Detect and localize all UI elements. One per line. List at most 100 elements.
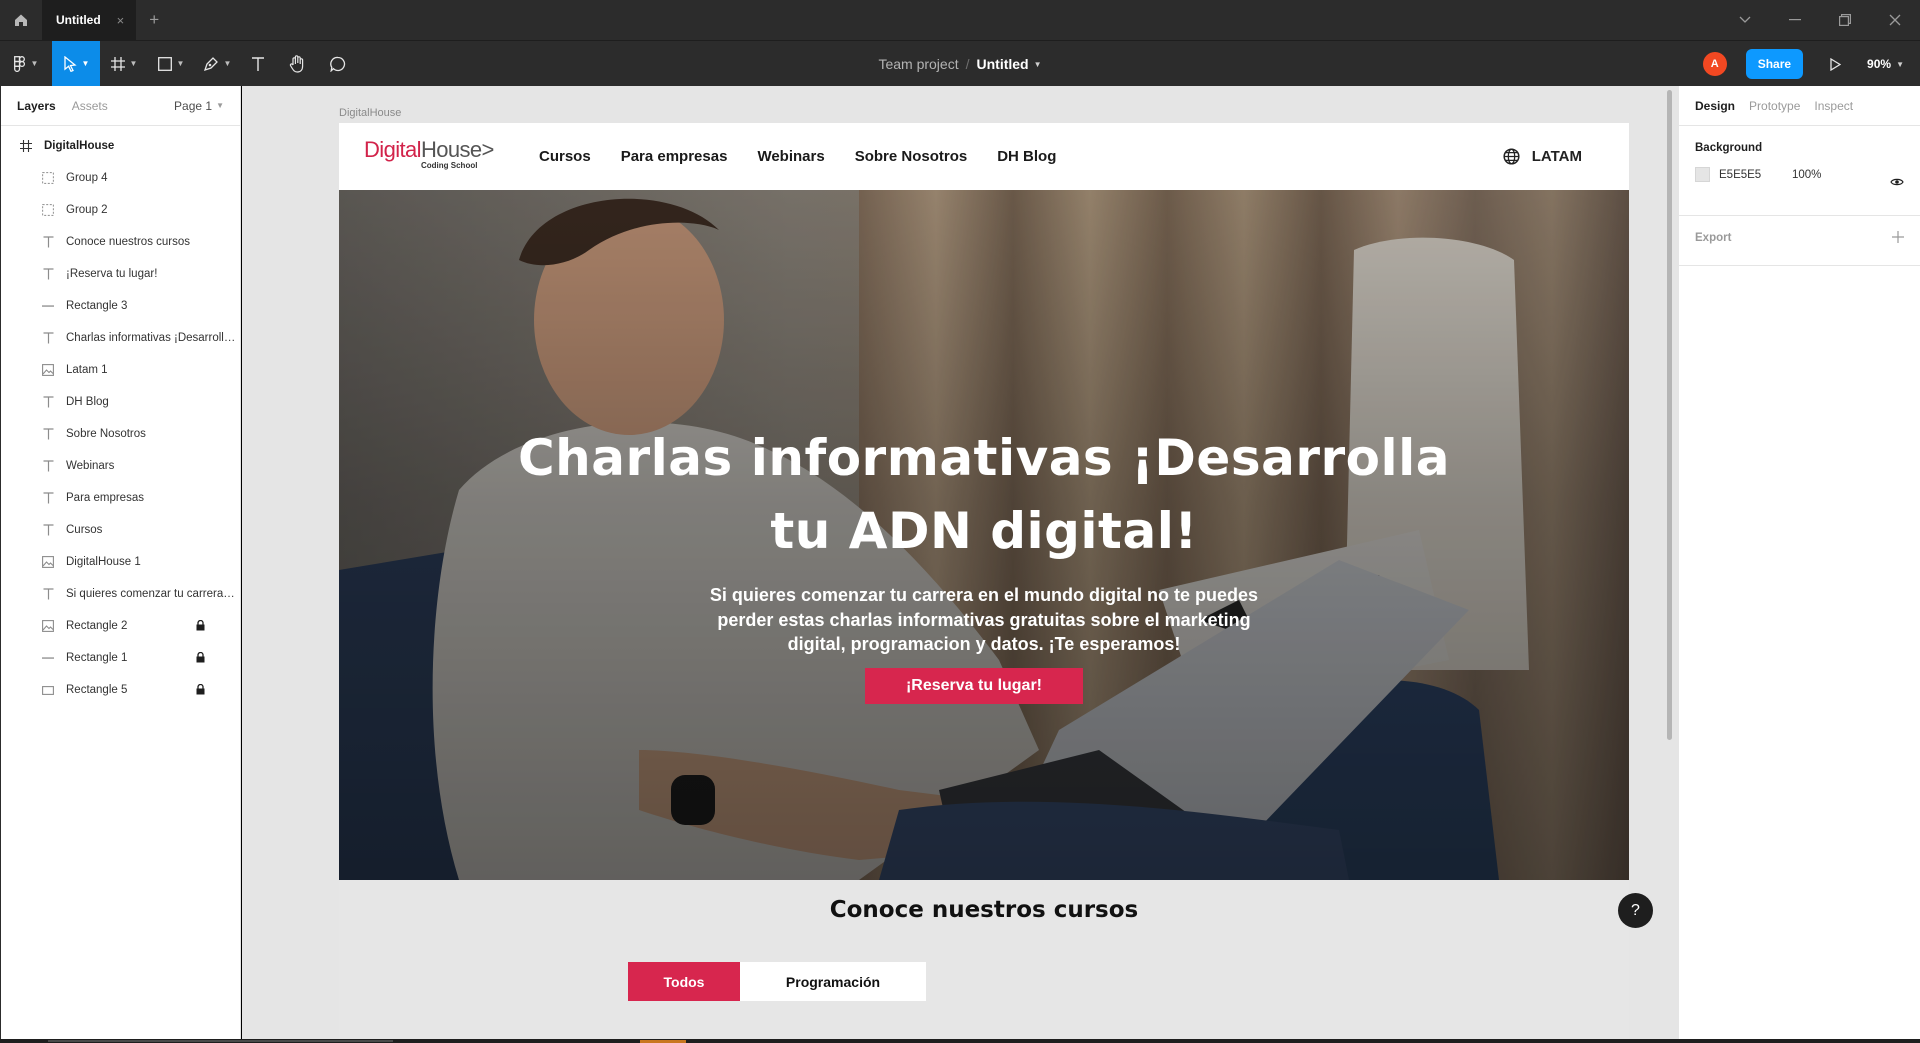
nav-link-webinars[interactable]: Webinars — [757, 148, 824, 165]
main-menu-button[interactable]: ▼ — [0, 41, 52, 87]
pen-tool[interactable]: ▼ — [194, 41, 240, 87]
layer-row[interactable]: Webinars — [1, 450, 240, 482]
add-export-icon[interactable] — [1892, 228, 1904, 248]
share-button[interactable]: Share — [1745, 49, 1804, 79]
lock-icon[interactable] — [196, 651, 205, 666]
layer-row[interactable]: Conoce nuestros cursos — [1, 226, 240, 258]
restore-icon[interactable] — [1820, 0, 1870, 40]
layer-row[interactable]: Group 2 — [1, 194, 240, 226]
filter-todos[interactable]: Todos — [628, 962, 740, 1001]
lock-icon[interactable] — [196, 683, 205, 698]
horizontal-scrollbar[interactable] — [48, 1040, 393, 1042]
layer-label: Rectangle 2 — [66, 620, 128, 632]
background-hex[interactable]: E5E5E5 — [1719, 169, 1792, 181]
properties-panel: Design Prototype Inspect Background E5E5… — [1678, 86, 1920, 1043]
file-tab[interactable]: Untitled × — [42, 0, 137, 40]
lock-icon[interactable] — [196, 619, 205, 634]
text-icon — [41, 491, 55, 505]
hand-tool[interactable] — [276, 41, 318, 87]
home-icon[interactable] — [0, 0, 41, 40]
chevron-down-icon[interactable] — [1720, 0, 1770, 40]
region-selector[interactable]: LATAM — [1503, 123, 1582, 190]
close-tab-icon[interactable]: × — [117, 13, 125, 28]
layer-label: Cursos — [66, 524, 103, 536]
layer-row[interactable]: Charlas informativas ¡Desarrolla tu ADN … — [1, 322, 240, 354]
page-selector-label: Page 1 — [174, 98, 213, 113]
layer-row[interactable]: Rectangle 5 — [1, 674, 240, 706]
layer-row[interactable]: Rectangle 2 — [1, 610, 240, 642]
hero-title[interactable]: Charlas informativas ¡Desarrolla tu ADN … — [339, 422, 1629, 568]
layer-label: Latam 1 — [66, 364, 108, 376]
layer-row[interactable]: DigitalHouse 1 — [1, 546, 240, 578]
frame-tool[interactable]: ▼ — [100, 41, 148, 87]
chevron-down-icon: ▼ — [30, 59, 39, 68]
tab-assets[interactable]: Assets — [72, 99, 108, 113]
shape-tool[interactable]: ▼ — [148, 41, 194, 87]
layer-row[interactable]: Cursos — [1, 514, 240, 546]
zoom-menu[interactable]: 90% ▼ — [1867, 57, 1904, 71]
canvas[interactable]: DigitalHouse DigitalHouse> Coding School… — [242, 86, 1678, 1043]
digitalhouse-frame[interactable]: DigitalHouse> Coding School Cursos Para … — [339, 123, 1629, 1043]
layer-row[interactable]: Si quieres comenzar tu carrera en el mun… — [1, 578, 240, 610]
layer-row[interactable]: Para empresas — [1, 482, 240, 514]
text-icon — [41, 587, 55, 601]
canvas-scrollbar[interactable] — [1667, 90, 1672, 740]
line-icon — [41, 299, 55, 313]
filter-programacion[interactable]: Programación — [740, 962, 926, 1001]
help-button[interactable]: ? — [1618, 893, 1653, 928]
frame-icon — [110, 56, 125, 71]
chevron-down-icon: ▼ — [81, 59, 90, 68]
reserve-spot-button[interactable]: ¡Reserva tu lugar! — [865, 668, 1083, 704]
move-tool[interactable]: ▼ — [52, 40, 100, 87]
eye-icon[interactable] — [1890, 174, 1904, 192]
hero-title-line-1: Charlas informativas ¡Desarrolla — [517, 429, 1450, 487]
export-heading: Export — [1695, 232, 1732, 244]
toolbar: ▼ ▼ ▼ ▼ ▼ Team project / Untitled ▼ A Sh… — [0, 40, 1920, 87]
tab-inspect[interactable]: Inspect — [1814, 99, 1853, 113]
new-tab-icon[interactable]: + — [136, 0, 172, 40]
layer-label: Si quieres comenzar tu carrera en el mun… — [66, 588, 236, 600]
nav-link-sobre-nosotros[interactable]: Sobre Nosotros — [855, 148, 968, 165]
avatar[interactable]: A — [1702, 52, 1727, 76]
line-icon — [41, 651, 55, 665]
nav-link-cursos[interactable]: Cursos — [539, 148, 591, 165]
layer-label: DH Blog — [66, 396, 109, 408]
present-play-icon[interactable] — [1825, 54, 1845, 74]
tab-prototype[interactable]: Prototype — [1749, 99, 1800, 113]
layer-row[interactable]: Rectangle 3 — [1, 290, 240, 322]
rectangle-icon — [157, 56, 172, 71]
layer-row[interactable]: Latam 1 — [1, 354, 240, 386]
digitalhouse-logo[interactable]: DigitalHouse> Coding School — [364, 137, 494, 171]
courses-section-title[interactable]: Conoce nuestros cursos — [339, 897, 1629, 923]
background-swatch[interactable] — [1695, 167, 1710, 182]
layer-label: Rectangle 5 — [66, 684, 128, 696]
chevron-down-icon: ▼ — [1033, 59, 1042, 69]
layer-row[interactable]: Rectangle 1 — [1, 642, 240, 674]
minimize-icon[interactable] — [1770, 0, 1820, 40]
cursor-icon — [63, 55, 77, 72]
text-tool[interactable] — [240, 41, 276, 87]
logo-house: House — [420, 137, 482, 162]
hero-subtitle[interactable]: Si quieres comenzar tu carrera en el mun… — [694, 583, 1274, 657]
tab-design[interactable]: Design — [1695, 99, 1735, 113]
nav-link-dh-blog[interactable]: DH Blog — [997, 148, 1056, 165]
chevron-down-icon: ▼ — [216, 101, 224, 110]
file-name-menu[interactable]: Untitled ▼ — [977, 56, 1042, 72]
layer-row[interactable]: DH Blog — [1, 386, 240, 418]
background-opacity[interactable]: 100% — [1792, 169, 1821, 181]
close-window-icon[interactable] — [1870, 0, 1920, 40]
breadcrumb-separator: / — [965, 56, 970, 72]
comment-tool[interactable] — [318, 41, 358, 87]
layer-row[interactable]: ¡Reserva tu lugar! — [1, 258, 240, 290]
layer-frame-digitalhouse[interactable]: DigitalHouse — [1, 130, 240, 162]
layer-row[interactable]: Group 4 — [1, 162, 240, 194]
frame-label[interactable]: DigitalHouse — [339, 107, 401, 119]
page-selector[interactable]: Page 1 ▼ — [174, 99, 224, 113]
tab-layers[interactable]: Layers — [17, 99, 56, 113]
tab-bar: Untitled × + — [0, 0, 1920, 40]
breadcrumb-team[interactable]: Team project — [878, 56, 958, 72]
nav-link-para-empresas[interactable]: Para empresas — [621, 148, 728, 165]
bottom-strip — [0, 1039, 1920, 1043]
image-icon — [41, 363, 55, 377]
layer-row[interactable]: Sobre Nosotros — [1, 418, 240, 450]
